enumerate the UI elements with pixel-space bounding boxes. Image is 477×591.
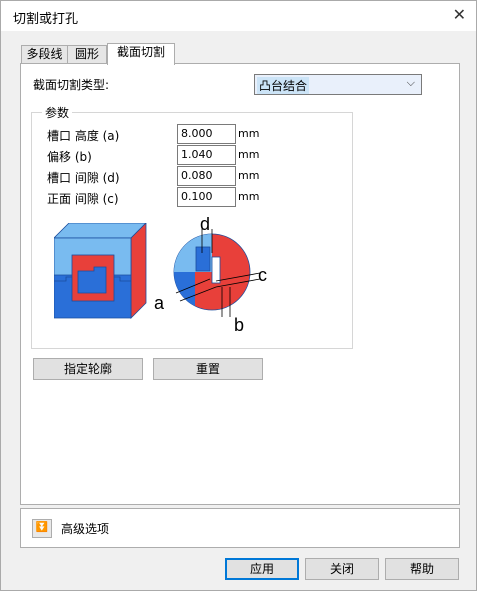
window-title: 切割或打孔 xyxy=(13,12,79,27)
label-a: a xyxy=(154,293,165,313)
slot-height-input[interactable]: 8.000 xyxy=(177,124,236,144)
help-button[interactable]: 帮助 xyxy=(385,558,459,580)
param-label-b: 偏移 (b) xyxy=(47,150,92,164)
expand-icon[interactable]: ⏬ xyxy=(32,519,52,538)
close-icon[interactable]: ✕ xyxy=(453,5,466,24)
parameters-title: 参数 xyxy=(42,104,73,121)
face-gap-input[interactable]: 0.100 xyxy=(177,187,236,207)
apply-button[interactable]: 应用 xyxy=(225,558,299,580)
advanced-options-label: 高级选项 xyxy=(61,522,110,536)
block-illustration xyxy=(54,223,147,319)
offset-input[interactable]: 1.040 xyxy=(177,145,236,165)
label-c: c xyxy=(258,265,267,285)
tab-section-cut[interactable]: 截面切割 xyxy=(107,43,175,65)
unit-label: mm xyxy=(238,190,260,203)
tab-polyline[interactable]: 多段线 xyxy=(21,45,68,63)
advanced-options-section: ⏬ 高级选项 xyxy=(20,508,460,548)
cut-type-label: 截面切割类型: xyxy=(33,78,110,92)
cut-type-value: 凸台结合 xyxy=(257,77,310,94)
section-cut-panel: 截面切割类型: 凸台结合 ⌵ 参数 槽口 高度 (a) 8.000 mm 偏移 … xyxy=(20,63,460,505)
label-b: b xyxy=(234,315,244,335)
unit-label: mm xyxy=(238,127,260,140)
unit-label: mm xyxy=(238,148,260,161)
reset-button[interactable]: 重置 xyxy=(153,358,263,380)
detail-diagram: d a c b xyxy=(154,217,267,335)
title-bar: 切割或打孔 ✕ xyxy=(1,1,476,31)
tab-circle[interactable]: 圆形 xyxy=(67,45,107,63)
specify-contour-button[interactable]: 指定轮廓 xyxy=(33,358,143,380)
cut-type-select[interactable]: 凸台结合 ⌵ xyxy=(254,74,422,95)
parameters-group: 参数 槽口 高度 (a) 8.000 mm 偏移 (b) 1.040 mm 槽口… xyxy=(31,104,353,349)
param-label-c: 正面 间隙 (c) xyxy=(47,192,119,206)
label-d: d xyxy=(200,217,210,234)
close-button[interactable]: 关闭 xyxy=(305,558,379,580)
chevron-down-icon: ⌵ xyxy=(406,76,415,89)
slot-gap-input[interactable]: 0.080 xyxy=(177,166,236,186)
param-label-a: 槽口 高度 (a) xyxy=(47,129,120,143)
unit-label: mm xyxy=(238,169,260,182)
dialog-window: 切割或打孔 ✕ 多段线 圆形 截面切割 截面切割类型: 凸台结合 ⌵ 参数 槽口… xyxy=(0,0,477,591)
param-label-d: 槽口 间隙 (d) xyxy=(47,171,120,185)
